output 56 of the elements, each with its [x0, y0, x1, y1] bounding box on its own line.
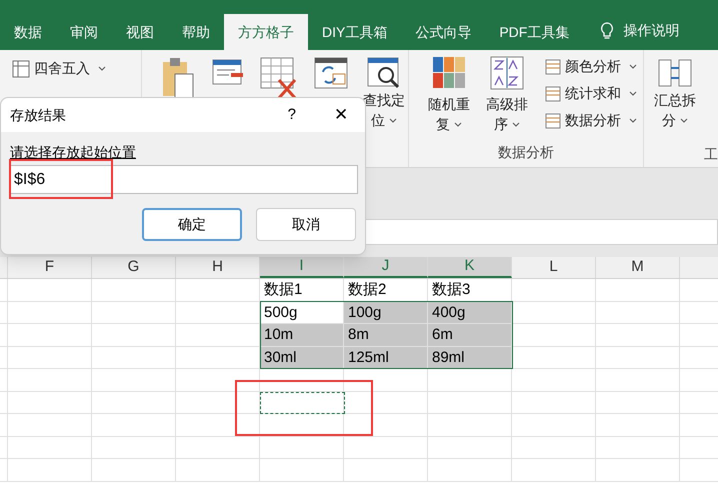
caret-icon — [389, 118, 398, 124]
table-cell[interactable]: 30ml — [260, 346, 344, 368]
column-header[interactable]: M — [596, 257, 680, 278]
color-tiles-icon — [432, 56, 466, 90]
grid-icon — [12, 60, 30, 78]
column-header[interactable]: I — [260, 257, 344, 278]
dialog-button[interactable]: 取消 — [256, 208, 356, 241]
input-field[interactable]: $I$6 — [9, 165, 358, 194]
ribbon-tab[interactable]: DIY工具箱 — [308, 14, 402, 50]
close-button[interactable]: ✕ — [334, 102, 348, 128]
table-cell[interactable]: 100g — [344, 302, 428, 323]
caret-icon — [628, 90, 637, 96]
caret-icon — [454, 122, 462, 128]
table-cell[interactable]: 89ml — [428, 346, 512, 368]
table-icon — [544, 112, 561, 128]
caret-icon — [628, 118, 637, 124]
group-label: 工 — [704, 145, 718, 164]
dialog-title: 存放结果 — [10, 106, 66, 124]
caret-icon — [512, 122, 520, 128]
ribbon-tab[interactable]: 方方格子 — [224, 14, 308, 50]
table-cell[interactable]: 6m — [428, 324, 512, 346]
ribbon-tab[interactable]: 视图 — [112, 14, 168, 50]
prompt-label: 请选择存放起始位置 — [10, 143, 137, 162]
ribbon-command[interactable]: 数据分析 — [564, 110, 621, 131]
ribbon-command[interactable]: 统计求和 — [564, 83, 621, 104]
ribbon-command[interactable]: 四舍五入 — [34, 58, 90, 79]
ribbon-tab[interactable]: 帮助 — [168, 14, 224, 50]
help-button[interactable]: ? — [288, 104, 296, 126]
table-cell[interactable]: 10m — [260, 324, 344, 346]
caret-icon — [628, 64, 637, 70]
ribbon-tab[interactable]: 公式向导 — [401, 14, 486, 50]
ribbon-large-button[interactable]: 随机重 复 — [422, 56, 475, 134]
column-header[interactable]: G — [92, 257, 176, 278]
ribbon-tab[interactable]: 数据 — [0, 14, 56, 50]
table-cell[interactable]: 400g — [428, 302, 512, 323]
column-header[interactable]: J — [344, 257, 428, 278]
table-cell[interactable]: 125ml — [344, 346, 428, 368]
column-header[interactable]: F — [8, 257, 92, 278]
ribbon-tab[interactable]: PDF工具集 — [485, 14, 584, 50]
table-icon — [544, 86, 561, 102]
ribbon-command[interactable]: 颜色分析 — [564, 56, 621, 77]
column-header[interactable]: K — [428, 257, 512, 278]
ribbon-tab[interactable]: 审阅 — [56, 14, 112, 50]
column-header[interactable]: L — [512, 257, 596, 278]
find-command[interactable]: 查找定 位 — [363, 90, 406, 130]
ribbon-large-button[interactable]: 高级排 序 — [480, 56, 533, 134]
lightbulb-icon[interactable] — [599, 22, 616, 40]
caret-icon — [98, 66, 106, 72]
caret-icon — [680, 118, 688, 124]
table-icon — [544, 58, 561, 74]
ribbon-large-button[interactable]: 汇总拆 分 — [654, 56, 696, 130]
table-cell[interactable]: 8m — [344, 324, 428, 346]
tell-me-label[interactable]: 操作说明 — [623, 20, 680, 41]
dialog-button[interactable]: 确定 — [142, 208, 242, 241]
sort-az-icon — [490, 56, 524, 90]
group-label: 数据分析 — [496, 143, 555, 162]
